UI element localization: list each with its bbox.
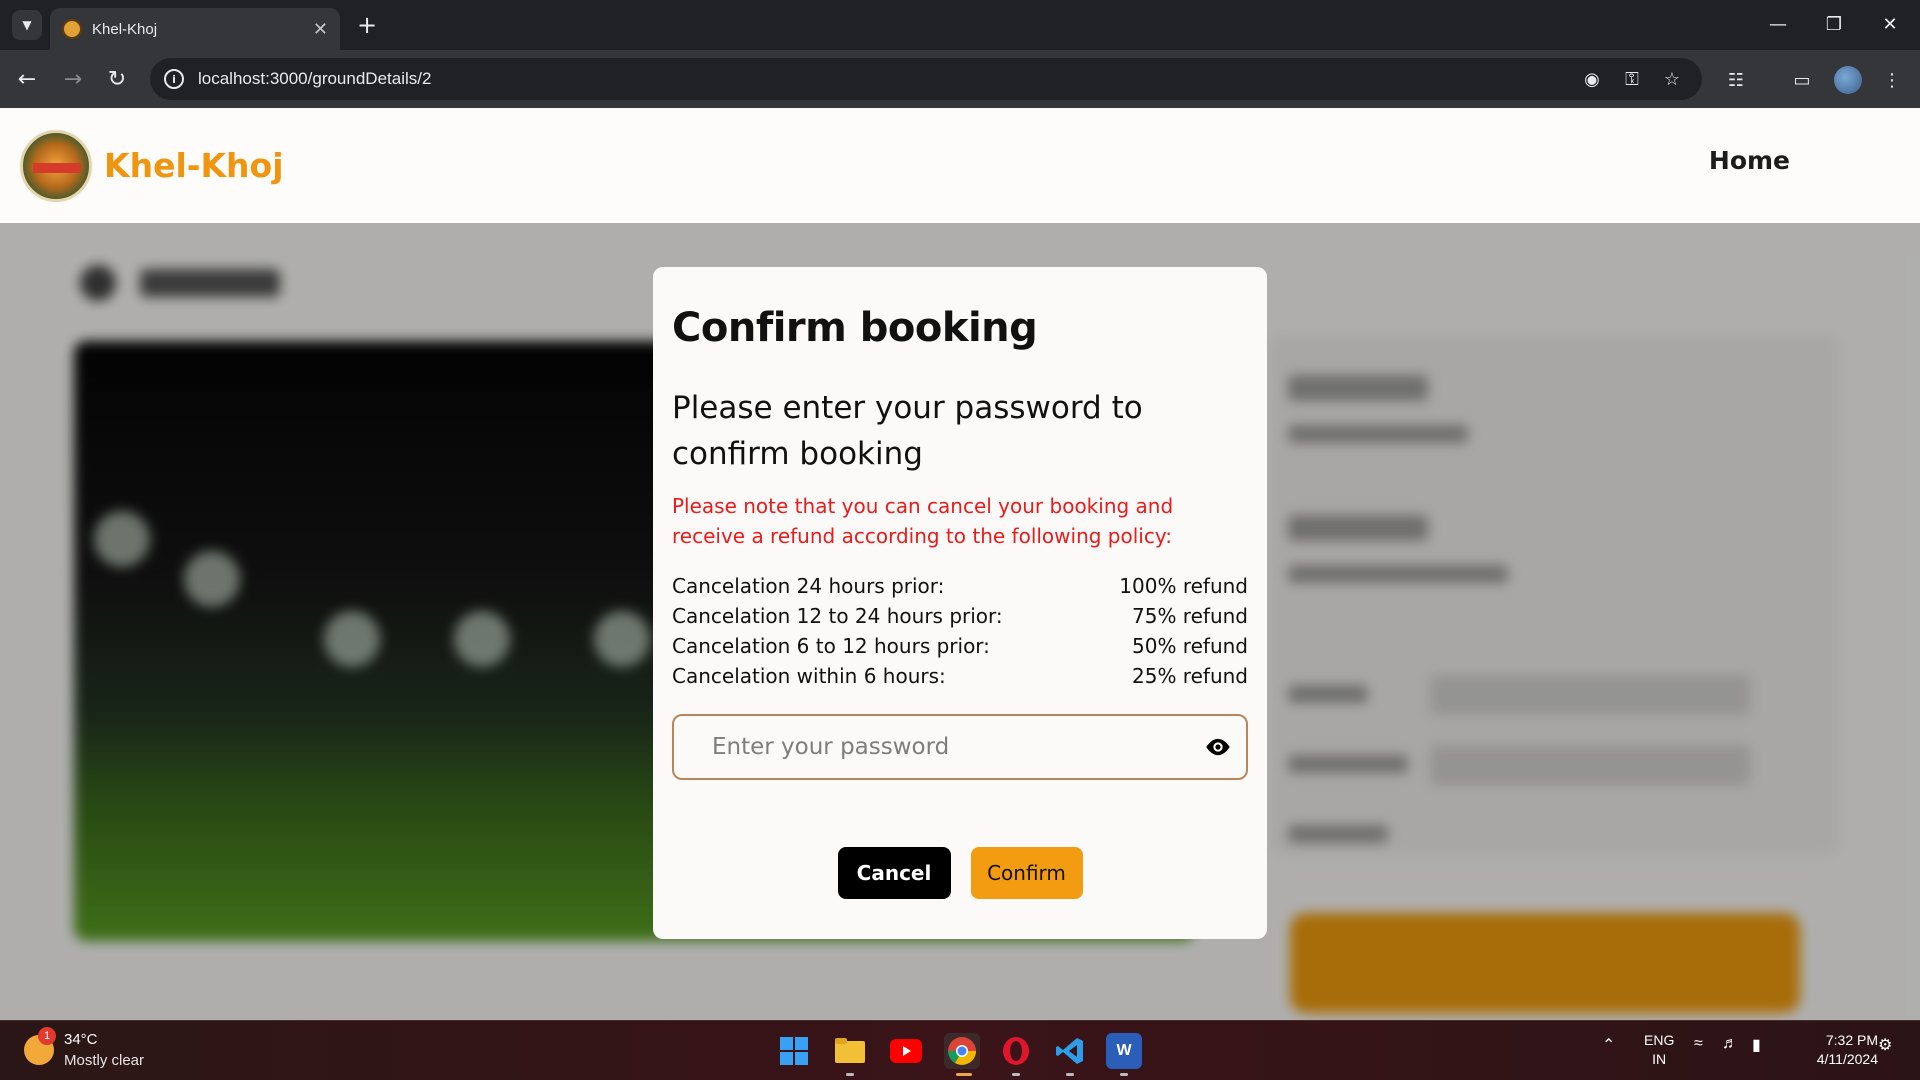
browser-toolbar: ← → ↻ i localhost:3000/groundDetails/2 ◉… (0, 50, 1920, 108)
notifications-icon[interactable]: ⚙ (1878, 1035, 1892, 1055)
extensions-puzzle-icon[interactable]: ☷ (1720, 64, 1752, 96)
clock-time: 7:32 PM (1825, 1032, 1878, 1048)
cast-icon[interactable]: ▭ (1786, 64, 1818, 96)
cancel-button[interactable]: Cancel (837, 847, 951, 899)
policy-label: Cancelation 24 hours prior: (672, 574, 945, 598)
language-region: IN (1652, 1051, 1667, 1067)
brand-name[interactable]: Khel-Khoj (104, 146, 284, 185)
address-bar[interactable]: i localhost:3000/groundDetails/2 ◉ ⚿ ☆ (150, 58, 1702, 100)
policy-row: Cancelation within 6 hours: 25% refund (672, 661, 1248, 691)
page: Khel-Khoj Home Confirm booking Please en… (0, 108, 1920, 1020)
show-password-eye-icon[interactable] (1204, 733, 1232, 761)
policy-value: 75% refund (1132, 604, 1248, 628)
restore-icon[interactable]: ❐ (1806, 6, 1862, 42)
location-pin-icon[interactable]: ◉ (1576, 63, 1608, 95)
policy-row: Cancelation 12 to 24 hours prior: 75% re… (672, 601, 1248, 631)
weather-temp[interactable]: 34°C (64, 1031, 98, 1048)
policy-row: Cancelation 24 hours prior: 100% refund (672, 571, 1248, 601)
minimize-icon[interactable]: — (1750, 6, 1806, 42)
browser-tab-strip: ▼ Khel-Khoj ✕ + — ❐ ✕ (0, 0, 1920, 50)
policy-value: 50% refund (1132, 634, 1248, 658)
policy-value: 100% refund (1119, 574, 1248, 598)
language-indicator[interactable]: ENG IN (1644, 1031, 1674, 1069)
policy-label: Cancelation 6 to 12 hours prior: (672, 634, 990, 658)
policy-row: Cancelation 6 to 12 hours prior: 50% ref… (672, 631, 1248, 661)
brand-logo[interactable] (20, 129, 92, 202)
forward-arrow-icon[interactable]: → (56, 62, 90, 96)
confirm-button[interactable]: Confirm (970, 847, 1083, 899)
refund-policy-list: Cancelation 24 hours prior: 100% refund … (672, 571, 1248, 691)
nav-home-link[interactable]: Home (1709, 146, 1790, 175)
modal-title: Confirm booking (672, 305, 1038, 351)
site-info-icon[interactable]: i (164, 69, 184, 89)
vscode-icon[interactable] (1052, 1033, 1088, 1069)
youtube-icon[interactable] (888, 1033, 924, 1069)
word-icon[interactable]: W (1106, 1033, 1142, 1069)
site-header: Khel-Khoj Home (0, 108, 1920, 223)
tab-title: Khel-Khoj (92, 20, 158, 38)
policy-value: 25% refund (1132, 664, 1248, 688)
taskbar: 1 34°C Mostly clear W ⌃ ENG IN ≈ ♬ ▮ 7:3… (0, 1020, 1920, 1080)
tab-search-chevron-icon[interactable]: ▼ (12, 10, 42, 40)
back-arrow-icon[interactable]: ← (10, 62, 44, 96)
password-key-icon[interactable]: ⚿ (1616, 63, 1648, 95)
bookmark-star-icon[interactable]: ☆ (1656, 63, 1688, 95)
modal-subtitle: Please enter your password to confirm bo… (672, 390, 1143, 472)
browser-tab[interactable]: Khel-Khoj ✕ (50, 8, 340, 50)
weather-description[interactable]: Mostly clear (64, 1052, 144, 1069)
clock[interactable]: 7:32 PM 4/11/2024 (1786, 1031, 1878, 1069)
new-tab-plus-icon[interactable]: + (352, 10, 382, 40)
weather-badge: 1 (38, 1027, 56, 1045)
policy-label: Cancelation within 6 hours: (672, 664, 946, 688)
url-text[interactable]: localhost:3000/groundDetails/2 (198, 69, 1568, 89)
file-explorer-icon[interactable] (832, 1033, 868, 1069)
language-code: ENG (1644, 1032, 1675, 1048)
start-windows-icon[interactable] (776, 1033, 812, 1069)
confirm-booking-modal: Confirm booking Please enter your passwo… (653, 267, 1267, 939)
password-field[interactable] (672, 714, 1248, 780)
policy-label: Cancelation 12 to 24 hours prior: (672, 604, 1003, 628)
modal-actions: Cancel Confirm (653, 847, 1267, 899)
menu-kebab-icon[interactable]: ⋮ (1876, 64, 1908, 96)
opera-icon[interactable] (998, 1033, 1034, 1069)
close-window-icon[interactable]: ✕ (1862, 6, 1918, 42)
clock-date: 4/11/2024 (1816, 1051, 1878, 1067)
chrome-icon[interactable] (944, 1033, 980, 1069)
battery-icon[interactable]: ▮ (1752, 1035, 1761, 1055)
reload-icon[interactable]: ↻ (100, 62, 134, 96)
tab-close-icon[interactable]: ✕ (313, 19, 328, 40)
wifi-icon[interactable]: ≈ (1694, 1035, 1703, 1053)
profile-avatar[interactable] (1834, 66, 1862, 94)
tray-overflow-chevron-icon[interactable]: ⌃ (1602, 1035, 1615, 1055)
tab-favicon-icon (62, 19, 82, 39)
volume-icon[interactable]: ♬ (1722, 1035, 1738, 1053)
refund-policy-note: Please note that you can cancel your boo… (672, 494, 1174, 548)
password-input[interactable] (712, 734, 1204, 760)
